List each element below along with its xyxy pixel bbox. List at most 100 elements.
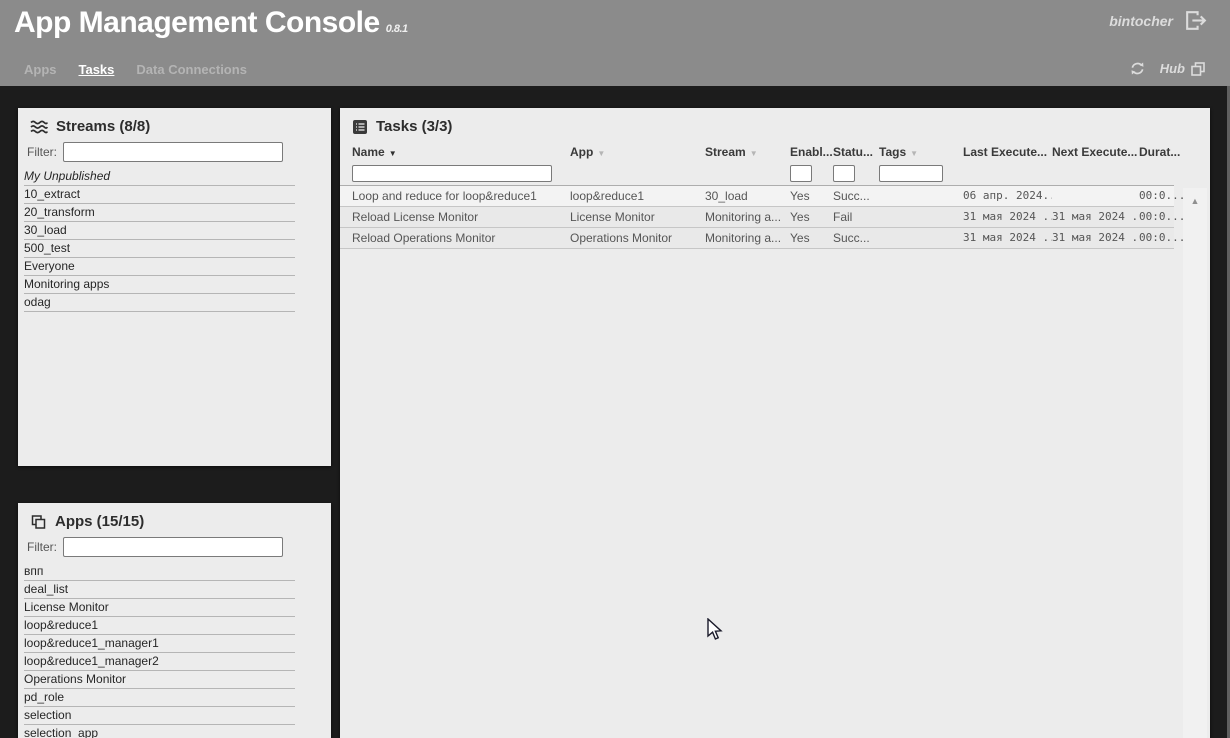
tasks-panel-title: Tasks (3/3) (376, 118, 452, 135)
cell-enabled: Yes (790, 186, 833, 206)
sort-desc-icon: ▼ (597, 149, 605, 158)
list-item[interactable]: 30_load (24, 222, 295, 240)
tasks-panel: Tasks (3/3) Name▼ App▼ Stream▼ Enabl... … (340, 108, 1210, 738)
apps-filter-row: Filter: (18, 534, 331, 563)
column-header-stream[interactable]: Stream▼ (705, 143, 790, 161)
column-header-duration[interactable]: Durat... (1139, 143, 1185, 161)
cell-next-execution (1052, 186, 1139, 206)
tab-tasks[interactable]: Tasks (79, 62, 115, 79)
column-header-status[interactable]: Statu... (833, 143, 879, 161)
cell-duration: 00:0... (1139, 228, 1185, 248)
cell-next-execution: 31 мая 2024 ... (1052, 207, 1139, 227)
column-header-next-execution[interactable]: Next Execute... (1052, 143, 1139, 161)
cell-app: Operations Monitor (570, 228, 705, 248)
list-item[interactable]: pd_role (24, 689, 295, 707)
apps-icon (30, 514, 47, 530)
tasks-icon (352, 119, 368, 135)
cell-next-execution: 31 мая 2024 ... (1052, 228, 1139, 248)
scroll-up-icon[interactable]: ▲ (1183, 196, 1207, 206)
table-row[interactable]: Loop and reduce for loop&reduce1 loop&re… (340, 186, 1174, 207)
streams-filter-input[interactable] (63, 142, 283, 162)
cell-status: Succ... (833, 228, 879, 248)
sort-desc-icon: ▼ (389, 149, 397, 158)
cell-last-execution: 06 апр. 2024... (963, 186, 1052, 206)
cell-name: Reload Operations Monitor (352, 228, 570, 248)
table-row[interactable]: Reload Operations Monitor Operations Mon… (340, 228, 1174, 249)
column-header-name[interactable]: Name▼ (352, 143, 570, 161)
list-item[interactable]: odag (24, 294, 295, 312)
list-item[interactable]: Everyone (24, 258, 295, 276)
streams-panel: Streams (8/8) Filter: My Unpublished 10_… (18, 108, 331, 466)
cell-name: Reload License Monitor (352, 207, 570, 227)
cell-status: Succ... (833, 186, 879, 206)
user-area: bintocher (1109, 8, 1208, 33)
list-item[interactable]: My Unpublished (24, 168, 295, 186)
cell-duration: 00:0... (1139, 186, 1185, 206)
streams-panel-title: Streams (8/8) (56, 118, 150, 135)
cell-last-execution: 31 мая 2024 ... (963, 207, 1052, 227)
apps-filter-input[interactable] (63, 537, 283, 557)
name-filter-input[interactable] (352, 165, 552, 182)
enabled-filter-input[interactable] (790, 165, 812, 182)
list-item[interactable]: Operations Monitor (24, 671, 295, 689)
cell-stream: Monitoring a... (705, 207, 790, 227)
cell-stream: Monitoring a... (705, 228, 790, 248)
cell-duration: 00:0... (1139, 207, 1185, 227)
column-header-last-execution[interactable]: Last Execute... (963, 143, 1052, 161)
cell-last-execution: 31 мая 2024 ... (963, 228, 1052, 248)
tags-filter-input[interactable] (879, 165, 943, 182)
table-row[interactable]: Reload License Monitor License Monitor M… (340, 207, 1174, 228)
tasks-table-body: Loop and reduce for loop&reduce1 loop&re… (340, 185, 1174, 249)
cell-tags (879, 186, 963, 206)
app-title-text: App Management Console (14, 6, 380, 39)
cell-tags (879, 207, 963, 227)
column-header-tags[interactable]: Tags▼ (879, 143, 963, 161)
open-hub-window-icon[interactable] (1190, 61, 1206, 77)
page-title: App Management Console 0.8.1 (14, 6, 408, 40)
cell-stream: 30_load (705, 186, 790, 206)
apps-panel: Apps (15/15) Filter: впп deal_list Licen… (18, 503, 331, 738)
streams-panel-header: Streams (8/8) (18, 108, 331, 139)
list-item[interactable]: deal_list (24, 581, 295, 599)
tab-data-connections[interactable]: Data Connections (136, 62, 247, 79)
status-filter-input[interactable] (833, 165, 855, 182)
list-item[interactable]: loop&reduce1_manager2 (24, 653, 295, 671)
hub-link[interactable]: Hub (1160, 61, 1185, 76)
list-item[interactable]: License Monitor (24, 599, 295, 617)
table-scrollbar[interactable]: ▲ (1183, 188, 1207, 738)
list-item[interactable]: 20_transform (24, 204, 295, 222)
apps-filter-label: Filter: (27, 540, 57, 554)
tab-apps[interactable]: Apps (24, 62, 57, 79)
top-header: App Management Console 0.8.1 Apps Tasks D… (0, 0, 1230, 86)
cell-status: Fail (833, 207, 879, 227)
tasks-table-header: Name▼ App▼ Stream▼ Enabl... Statu... Tag… (340, 143, 1210, 161)
list-item[interactable]: 500_test (24, 240, 295, 258)
list-item[interactable]: loop&reduce1_manager1 (24, 635, 295, 653)
list-item[interactable]: selection_app (24, 725, 295, 738)
apps-panel-header: Apps (15/15) (18, 503, 331, 534)
streams-filter-row: Filter: (18, 139, 331, 168)
cell-name: Loop and reduce for loop&reduce1 (352, 186, 570, 206)
list-item[interactable]: Monitoring apps (24, 276, 295, 294)
list-item[interactable]: loop&reduce1 (24, 617, 295, 635)
list-item[interactable]: selection (24, 707, 295, 725)
streams-icon (30, 119, 48, 135)
cell-enabled: Yes (790, 207, 833, 227)
column-header-enabled[interactable]: Enabl... (790, 143, 833, 161)
cell-app: loop&reduce1 (570, 186, 705, 206)
column-header-app[interactable]: App▼ (570, 143, 705, 161)
tasks-panel-header: Tasks (3/3) (340, 108, 1210, 139)
apps-panel-title: Apps (15/15) (55, 513, 144, 530)
refresh-icon[interactable] (1129, 60, 1146, 77)
hub-area: Hub (1129, 60, 1206, 77)
username: bintocher (1109, 13, 1173, 29)
list-item[interactable]: 10_extract (24, 186, 295, 204)
sort-desc-icon: ▼ (750, 149, 758, 158)
app-version: 0.8.1 (386, 23, 408, 35)
sort-desc-icon: ▼ (910, 149, 918, 158)
tasks-filter-row (340, 161, 1210, 185)
main-nav: Apps Tasks Data Connections (24, 62, 247, 79)
logout-icon[interactable] (1183, 8, 1208, 33)
list-item[interactable]: впп (24, 563, 295, 581)
cell-app: License Monitor (570, 207, 705, 227)
